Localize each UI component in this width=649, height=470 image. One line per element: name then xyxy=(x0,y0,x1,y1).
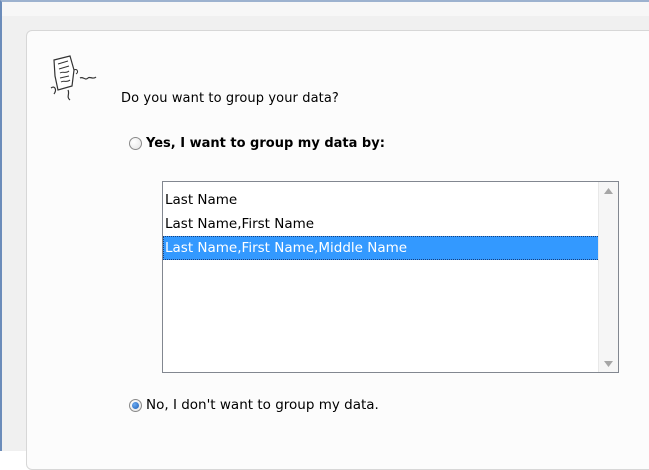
dialog-top-strip xyxy=(2,2,649,16)
list-item[interactable]: Last Name,First Name xyxy=(163,212,600,236)
group-yes-radio-button[interactable] xyxy=(129,137,142,150)
list-item-selected[interactable]: Last Name,First Name,Middle Name xyxy=(163,236,600,260)
scroll-up-arrow-icon[interactable] xyxy=(599,182,618,199)
group-by-listbox[interactable]: Last Name Last Name,First Name Last Name… xyxy=(162,181,619,373)
list-item[interactable]: Last Name xyxy=(163,188,600,212)
listbox-vertical-scrollbar[interactable] xyxy=(598,182,618,372)
group-yes-radio-option[interactable]: Yes, I want to group my data by: xyxy=(129,136,385,151)
scroll-down-arrow-icon[interactable] xyxy=(599,355,618,372)
group-question-text: Do you want to group your data? xyxy=(121,91,339,106)
group-no-radio-option[interactable]: No, I don't want to group my data. xyxy=(129,397,379,413)
group-by-items: Last Name Last Name,First Name Last Name… xyxy=(163,188,600,260)
wizard-document-icon xyxy=(48,52,104,106)
group-yes-label[interactable]: Yes, I want to group my data by: xyxy=(146,136,385,151)
group-no-radio-button[interactable] xyxy=(129,398,142,412)
group-no-label[interactable]: No, I don't want to group my data. xyxy=(146,397,379,413)
